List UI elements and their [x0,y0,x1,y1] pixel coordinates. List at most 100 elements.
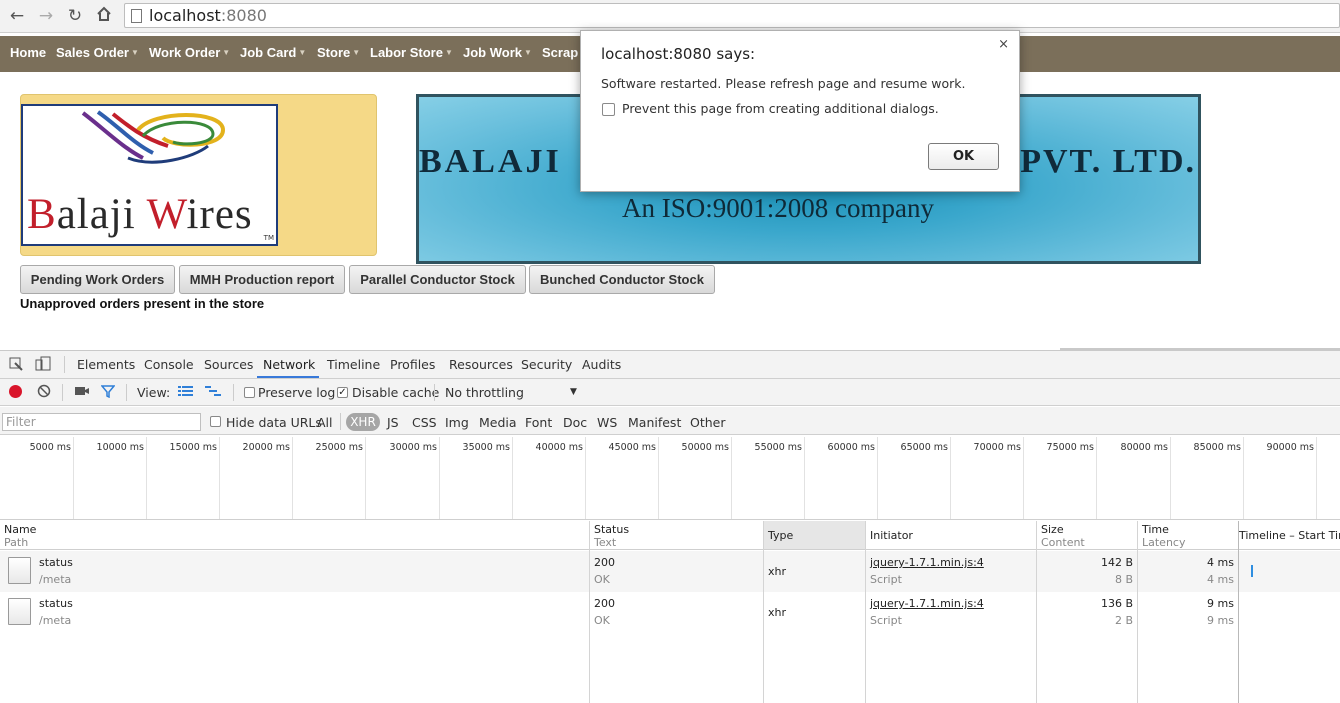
trademark-mark: TM [263,234,274,242]
tab-resources[interactable]: Resources [449,357,513,372]
table-row[interactable]: status /meta 200 OK xhr jquery-1.7.1.min… [0,551,1340,592]
menu-job-work[interactable]: Job Work ▼ [463,36,532,72]
parallel-conductor-stock-button[interactable]: Parallel Conductor Stock [349,265,526,294]
throttling-select[interactable]: No throttling [445,385,524,400]
menu-scrap[interactable]: Scrap [542,36,578,72]
pending-work-orders-button[interactable]: Pending Work Orders [20,265,175,294]
request-initiator-type: Script [870,614,902,627]
filter-type-img[interactable]: Img [445,415,469,430]
request-status: 200 [594,597,615,610]
filter-type-media[interactable]: Media [479,415,517,430]
filter-type-manifest[interactable]: Manifest [628,415,681,430]
menu-home[interactable]: Home [10,36,46,72]
close-icon[interactable]: × [998,37,1009,52]
divider [126,384,127,401]
column-time[interactable]: Time Latency [1142,523,1185,549]
request-initiator-link[interactable]: jquery-1.7.1.min.js:4 [870,597,984,610]
back-icon[interactable]: ← [6,6,28,26]
chevron-down-icon[interactable]: ▼ [570,387,577,397]
column-size[interactable]: Size Content [1041,523,1085,549]
large-rows-icon[interactable] [178,385,193,401]
banner-company-name: BALAJI [419,143,562,180]
filter-type-xhr[interactable]: XHR [346,413,380,431]
device-mode-icon[interactable] [35,356,51,376]
timeline-tick-label: 15000 ms [169,442,217,453]
disable-cache-label: Disable cache [352,385,440,400]
filter-type-doc[interactable]: Doc [563,415,587,430]
timeline-tick-label: 35000 ms [462,442,510,453]
inspect-icon[interactable] [9,357,23,375]
filter-type-ws[interactable]: WS [597,415,617,430]
request-status-text: OK [594,573,610,586]
table-row[interactable]: status /meta 200 OK xhr jquery-1.7.1.min… [0,592,1340,633]
timeline-tick-label: 50000 ms [681,442,729,453]
chevron-down-icon: ▼ [222,48,231,57]
network-overview-timeline[interactable]: 5000 ms 10000 ms 15000 ms 20000 ms 25000 ms 3… [0,437,1340,520]
tab-elements[interactable]: Elements [77,357,135,372]
banner-iso-text: An ISO:9001:2008 company [622,193,934,223]
filter-icon[interactable] [100,384,116,402]
tab-profiles[interactable]: Profiles [390,357,435,372]
record-icon[interactable] [9,385,22,398]
forward-icon[interactable]: → [35,6,57,26]
request-initiator-link[interactable]: jquery-1.7.1.min.js:4 [870,556,984,569]
network-controls: View: Preserve log ✓ Disable cache No th… [0,379,1340,406]
menu-store[interactable]: Store ▼ [317,36,360,72]
request-path: /meta [39,614,72,627]
request-latency: 4 ms [1207,573,1234,586]
alert-dialog: localhost:8080 says: × Software restarte… [580,30,1020,192]
menu-sales-order[interactable]: Sales Order ▼ [56,36,139,72]
disable-cache-checkbox[interactable]: ✓ [337,387,348,398]
column-status[interactable]: Status Text [594,523,629,549]
column-divider [865,521,866,703]
request-status: 200 [594,556,615,569]
request-name: status [39,556,73,569]
request-type: xhr [768,606,787,619]
timeline-tick-label: 25000 ms [315,442,363,453]
menu-labor-store[interactable]: Labor Store ▼ [370,36,453,72]
filter-type-other[interactable]: Other [690,415,726,430]
preserve-log-checkbox[interactable] [244,387,255,398]
request-size: 142 B [1100,556,1133,569]
overview-icon[interactable] [205,385,221,401]
request-time: 4 ms [1207,556,1234,569]
filter-type-all[interactable]: All [317,415,333,430]
tab-console[interactable]: Console [144,357,194,372]
filter-type-font[interactable]: Font [525,415,552,430]
column-type[interactable]: Type [768,529,793,542]
timeline-tick-label: 75000 ms [1046,442,1094,453]
tab-sources[interactable]: Sources [204,357,253,372]
ok-button[interactable]: OK [928,143,999,170]
timeline-tick-label: 65000 ms [900,442,948,453]
home-icon[interactable] [93,6,115,26]
bunched-conductor-stock-button[interactable]: Bunched Conductor Stock [529,265,715,294]
column-timeline[interactable]: Timeline – Start Time [1239,529,1340,542]
prevent-dialogs-checkbox[interactable] [602,103,615,116]
tab-timeline[interactable]: Timeline [327,357,380,372]
banner-company-suffix: PVT. LTD. [1020,143,1196,180]
tab-network[interactable]: Network [263,357,315,372]
tab-security[interactable]: Security [521,357,572,372]
tab-audits[interactable]: Audits [582,357,621,372]
address-bar[interactable]: localhost:8080 [124,3,1340,28]
camera-icon[interactable] [74,384,90,402]
dialog-message: Software restarted. Please refresh page … [601,76,966,91]
filter-input[interactable]: Filter [2,413,201,431]
filter-type-js[interactable]: JS [387,415,399,430]
reload-icon[interactable]: ↻ [64,6,86,26]
timeline-gridline [365,437,366,519]
timeline-tick-label: 40000 ms [535,442,583,453]
menu-work-order[interactable]: Work Order ▼ [149,36,230,72]
column-name[interactable]: Name Path [4,523,36,549]
clear-icon[interactable] [37,384,51,402]
request-time: 9 ms [1207,597,1234,610]
divider [434,384,435,401]
mmh-production-report-button[interactable]: MMH Production report [179,265,345,294]
filter-type-css[interactable]: CSS [412,415,437,430]
prevent-dialogs-label[interactable]: Prevent this page from creating addition… [622,101,939,116]
preserve-log-label: Preserve log [258,385,336,400]
hide-data-urls-checkbox[interactable] [210,416,221,427]
column-initiator[interactable]: Initiator [870,529,913,542]
chevron-down-icon: ▼ [131,48,139,57]
menu-job-card[interactable]: Job Card ▼ [240,36,306,72]
